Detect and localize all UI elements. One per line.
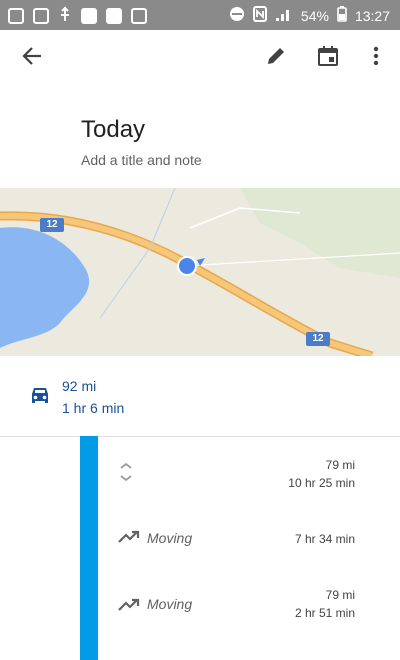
row-time: 10 hr 25 min — [288, 476, 355, 490]
trending-icon — [118, 530, 140, 549]
timeline-row[interactable]: Moving 7 hr 34 min — [110, 526, 370, 556]
do-not-disturb-icon — [229, 6, 245, 25]
notification-icon — [8, 7, 24, 24]
park-area — [240, 188, 400, 278]
arrow-back-icon — [21, 45, 43, 72]
toolbar — [0, 30, 400, 86]
trip-header: Today Add a title and note — [0, 86, 400, 190]
trip-summary: 92 mi 1 hr 6 min — [0, 356, 400, 437]
trending-icon — [118, 598, 140, 617]
status-notification-icons — [8, 6, 147, 25]
more-options-button[interactable] — [362, 44, 390, 72]
timeline-rail — [80, 436, 98, 660]
flipboard-icon — [81, 7, 97, 24]
chevron-collapse-icon — [118, 462, 134, 487]
clock: 13:27 — [354, 7, 390, 24]
calendar-icon — [317, 45, 339, 72]
row-activity-label: Moving — [147, 530, 193, 546]
android-icon — [106, 7, 122, 24]
row-time: 7 hr 34 min — [294, 532, 355, 546]
briefcase-icon — [131, 7, 147, 24]
more-vert-icon — [373, 45, 379, 72]
row-time: 2 hr 51 min — [294, 606, 355, 620]
total-distance: 92 mi — [62, 378, 97, 394]
add-title-note-link[interactable]: Add a title and note — [81, 152, 202, 168]
route-label: 12 — [46, 219, 58, 230]
usb-icon — [58, 6, 72, 25]
total-duration: 1 hr 6 min — [62, 400, 125, 416]
timeline-row[interactable]: 79 mi 10 hr 25 min — [110, 456, 370, 506]
nfc-icon — [252, 6, 267, 25]
battery-icon — [337, 6, 347, 25]
page-title[interactable]: Today — [81, 116, 145, 144]
row-stats: 79 mi 2 hr 51 min — [295, 586, 355, 622]
row-stats: 79 mi 10 hr 25 min — [288, 456, 355, 492]
row-distance: 79 mi — [325, 458, 355, 472]
row-stats: 7 hr 34 min — [295, 530, 355, 548]
signal-icon — [275, 6, 293, 25]
car-icon — [28, 385, 52, 410]
battery-percent: 54% — [300, 7, 329, 24]
lake — [0, 227, 90, 348]
status-bar: 54% 13:27 — [0, 0, 400, 30]
current-location-marker — [177, 256, 197, 276]
map-view[interactable]: 12 12 — [0, 188, 400, 357]
pencil-icon — [265, 45, 287, 72]
calendar-button[interactable] — [314, 44, 342, 72]
route-label: 12 — [312, 333, 324, 344]
timeline-row[interactable]: Moving 79 mi 2 hr 51 min — [110, 584, 370, 634]
row-activity-label: Moving — [147, 596, 193, 612]
map-canvas — [0, 188, 400, 356]
timeline: 79 mi 10 hr 25 min Moving 7 hr 34 min Mo… — [0, 436, 400, 660]
edit-button[interactable] — [262, 44, 290, 72]
row-distance: 79 mi — [325, 588, 355, 602]
status-system-icons: 54% 13:27 — [229, 6, 390, 25]
image-icon — [33, 7, 49, 24]
back-button[interactable] — [18, 44, 46, 72]
